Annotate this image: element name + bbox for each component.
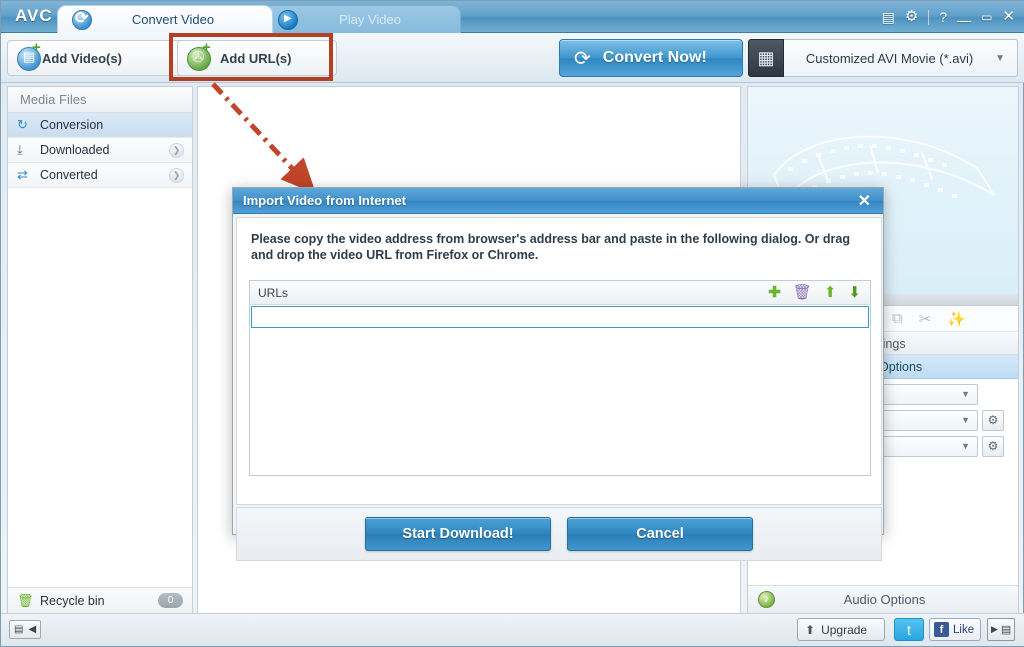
title-bar: AVC Convert Video Play Video ▤ ⚙ ? — ▭ ✕ — [1, 1, 1024, 33]
add-urls-button[interactable]: + Add URL(s) — [177, 40, 337, 76]
maximize-icon[interactable]: ▭ — [981, 7, 992, 27]
plus-icon: + — [32, 39, 41, 56]
chevron-down-icon: ▼ — [995, 52, 1005, 64]
dialog-footer: Start Download! Cancel — [236, 507, 882, 561]
preset-filmstrip-icon: ▦ — [748, 39, 784, 77]
panel-toggle[interactable]: ▶ ▤ — [987, 618, 1015, 641]
tab-play-video[interactable]: Play Video — [263, 5, 461, 33]
close-icon[interactable]: ✕ — [858, 191, 871, 211]
recycle-bin[interactable]: 🗑 Recycle bin 0 — [8, 587, 192, 613]
sidebar-item-downloaded[interactable]: ⤓ Downloaded ❯ — [8, 138, 192, 163]
main-toolbar: + Add Video(s) + Add URL(s) ⟳ Convert No… — [1, 33, 1024, 83]
status-bar: ▤ ◀ ⬆ Upgrade t f Like ▶ ▤ — [1, 613, 1024, 646]
convert-now-label: Convert Now! — [602, 49, 707, 66]
urls-toolbar: ✚ 🗑 ⬆ ⬇ — [768, 285, 861, 300]
gear-icon[interactable]: ⚙ — [905, 7, 918, 27]
scissors-icon[interactable]: ✂ — [919, 310, 932, 328]
converted-icon: ⇄ — [17, 167, 28, 182]
urls-header-row: URLs ✚ 🗑 ⬆ ⬇ — [250, 281, 870, 305]
collapse-arrow-icon: ◀ — [28, 624, 37, 635]
twitter-button[interactable]: t — [894, 618, 924, 641]
sidebar-item-downloaded-label: Downloaded — [40, 143, 110, 157]
divider — [928, 9, 930, 25]
audio-options-bar[interactable]: ♪ Audio Options — [748, 585, 1018, 613]
setting-gear-button-2[interactable]: ⚙ — [982, 409, 1004, 431]
sidebar-item-converted[interactable]: ⇄ Converted ❯ — [8, 163, 192, 188]
facebook-like-label: Like — [953, 623, 975, 636]
upgrade-icon: ⬆ — [805, 622, 816, 637]
upgrade-button[interactable]: ⬆ Upgrade — [797, 618, 885, 641]
upgrade-label: Upgrade — [821, 622, 868, 637]
recycle-bin-count: 0 — [158, 593, 183, 608]
refresh-icon — [72, 8, 92, 30]
dialog-title: Import Video from Internet — [243, 193, 406, 208]
import-video-dialog: Import Video from Internet ✕ Please copy… — [232, 187, 884, 561]
dialog-description: Please copy the video address from brows… — [251, 232, 850, 262]
list-icon: ▤ — [1000, 624, 1012, 636]
urls-panel: URLs ✚ 🗑 ⬆ ⬇ — [249, 280, 871, 476]
add-urls-label: Add URL(s) — [220, 50, 292, 66]
convert-now-button[interactable]: ⟳ Convert Now! — [559, 39, 743, 77]
move-up-icon[interactable]: ⬆ — [824, 285, 837, 300]
add-url-icon[interactable]: ✚ — [768, 285, 781, 300]
download-icon: ⤓ — [17, 142, 23, 157]
recycle-bin-label: Recycle bin — [40, 593, 105, 608]
trash-icon: 🗑 — [17, 592, 34, 608]
add-videos-button[interactable]: + Add Video(s) — [7, 40, 187, 76]
sidebar-header: Media Files — [8, 87, 192, 113]
tab-play-video-label: Play Video — [339, 12, 401, 27]
minimize-icon[interactable]: — — [957, 10, 971, 30]
setting-gear-button-3[interactable]: ⚙ — [982, 435, 1004, 457]
tab-convert-video[interactable]: Convert Video — [57, 5, 273, 33]
chevron-right-icon[interactable]: ❯ — [169, 142, 184, 158]
twitter-icon: t — [907, 621, 911, 638]
log-icon[interactable]: ▤ — [882, 7, 895, 27]
add-videos-label: Add Video(s) — [42, 50, 122, 66]
speaker-icon: ♪ — [758, 591, 775, 608]
application-window: AVC Convert Video Play Video ▤ ⚙ ? — ▭ ✕… — [0, 0, 1024, 647]
sidebar-collapse-toggle[interactable]: ▤ ◀ — [9, 620, 41, 639]
list-icon: ▤ — [14, 624, 24, 635]
window-controls: ▤ ⚙ ? — ▭ ✕ — [882, 7, 1015, 30]
chevron-down-icon: ▼ — [961, 415, 970, 425]
dialog-title-bar: Import Video from Internet ✕ — [233, 188, 883, 214]
close-icon[interactable]: ✕ — [1002, 7, 1015, 27]
play-arrow-icon: ▶ — [991, 624, 998, 634]
facebook-icon: f — [934, 622, 949, 637]
tab-convert-video-label: Convert Video — [131, 12, 215, 27]
convert-refresh-icon: ⟳ — [574, 47, 591, 70]
delete-url-icon[interactable]: 🗑 — [793, 285, 812, 300]
chevron-down-icon: ▼ — [961, 441, 970, 451]
start-download-button[interactable]: Start Download! — [365, 517, 551, 551]
sidebar-item-conversion-label: Conversion — [40, 118, 104, 132]
play-icon — [278, 9, 298, 30]
sidebar-item-conversion[interactable]: ↻ Conversion — [8, 113, 192, 138]
plus-icon: + — [202, 39, 211, 56]
facebook-like-button[interactable]: f Like — [929, 618, 981, 641]
dialog-body: Please copy the video address from brows… — [236, 217, 882, 505]
audio-options-label: Audio Options — [843, 592, 926, 607]
sidebar-item-converted-label: Converted — [40, 168, 98, 182]
url-input[interactable] — [251, 306, 869, 328]
cancel-button[interactable]: Cancel — [567, 517, 753, 551]
sidebar: Media Files ↻ Conversion ⤓ Downloaded ❯ … — [7, 86, 193, 614]
chevron-down-icon: ▼ — [961, 389, 970, 399]
move-down-icon[interactable]: ⬇ — [848, 285, 861, 300]
magic-wand-icon[interactable]: ✨ — [947, 310, 966, 328]
output-format-dropdown[interactable]: Customized AVI Movie (*.avi) ▼ — [784, 39, 1018, 77]
urls-column-header: URLs — [258, 285, 289, 300]
help-icon[interactable]: ? — [939, 7, 947, 27]
chevron-right-icon[interactable]: ❯ — [169, 167, 184, 183]
output-format-value: Customized AVI Movie (*.avi) — [805, 50, 974, 66]
crop-icon[interactable]: ⧉ — [892, 310, 903, 327]
conversion-icon: ↻ — [17, 117, 28, 132]
